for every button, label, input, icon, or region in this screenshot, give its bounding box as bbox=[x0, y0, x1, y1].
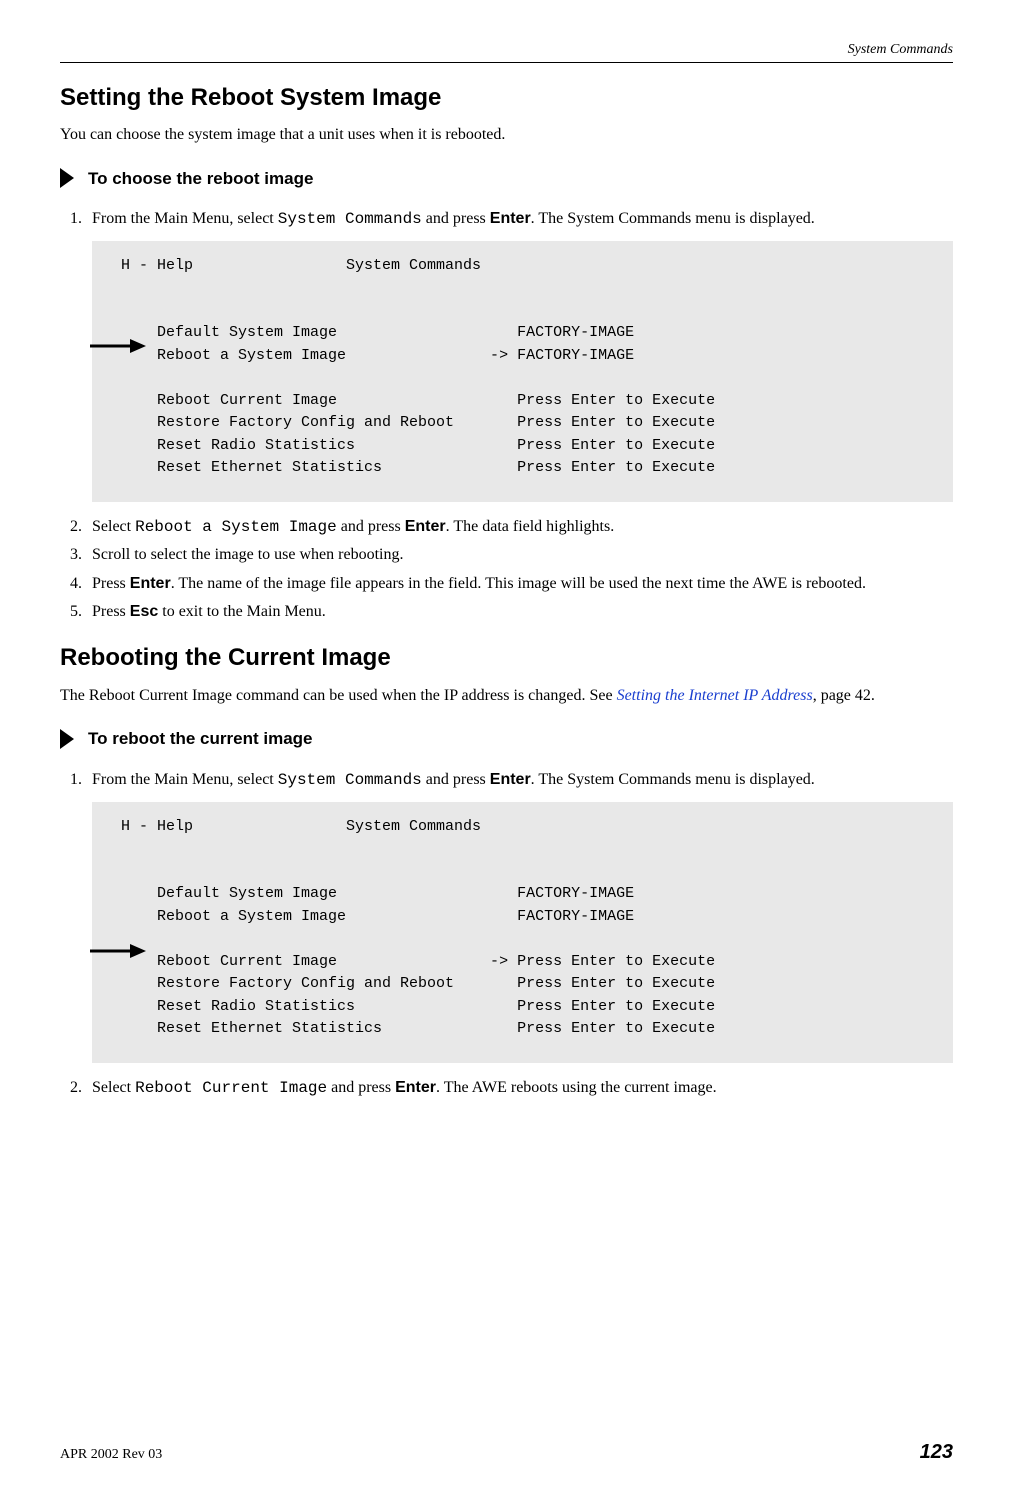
section2-code-block: H - Help System Commands Default System … bbox=[92, 802, 953, 1063]
arrow-right-icon bbox=[60, 168, 78, 188]
list-item: Scroll to select the image to use when r… bbox=[86, 544, 953, 566]
step-bold: Enter bbox=[395, 1079, 436, 1096]
step-text: From the Main Menu, select bbox=[92, 210, 278, 227]
pointer-arrow-icon bbox=[90, 944, 148, 958]
section1-procedure-heading: To choose the reboot image bbox=[60, 167, 953, 191]
list-item: From the Main Menu, select System Comman… bbox=[86, 208, 953, 501]
step-text: and press bbox=[422, 210, 490, 227]
step-text: to exit to the Main Menu. bbox=[158, 603, 326, 620]
list-item: Press Esc to exit to the Main Menu. bbox=[86, 601, 953, 623]
step-bold: Enter bbox=[490, 210, 531, 227]
step-text: Select bbox=[92, 1079, 135, 1096]
footer-page-number: 123 bbox=[920, 1438, 953, 1466]
pointer-arrow-icon bbox=[90, 339, 148, 353]
header-rule bbox=[60, 62, 953, 63]
section2-intro-text2: , page 42. bbox=[813, 687, 875, 704]
step-bold: Enter bbox=[490, 771, 531, 788]
step-text: . The AWE reboots using the current imag… bbox=[436, 1079, 717, 1096]
step-text: . The System Commands menu is displayed. bbox=[531, 771, 815, 788]
section1-steps: From the Main Menu, select System Comman… bbox=[60, 208, 953, 623]
section2-intro-link[interactable]: Setting the Internet IP Address bbox=[617, 687, 813, 704]
step-text: . The System Commands menu is displayed. bbox=[531, 210, 815, 227]
step-bold: Enter bbox=[130, 575, 171, 592]
step-code: Reboot a System Image bbox=[135, 518, 337, 536]
section1-procedure-heading-text: To choose the reboot image bbox=[88, 167, 313, 191]
section1-code-block-wrapper: H - Help System Commands Default System … bbox=[92, 241, 953, 502]
step-code: Reboot Current Image bbox=[135, 1079, 327, 1097]
step-code: System Commands bbox=[278, 771, 422, 789]
page-footer: APR 2002 Rev 03 123 bbox=[60, 1438, 953, 1466]
step-text: Press bbox=[92, 575, 130, 592]
step-text: and press bbox=[422, 771, 490, 788]
section2-title: Rebooting the Current Image bbox=[60, 641, 953, 675]
list-item: Select Reboot Current Image and press En… bbox=[86, 1077, 953, 1099]
header-section-label: System Commands bbox=[60, 40, 953, 60]
step-bold: Esc bbox=[130, 603, 158, 620]
list-item: From the Main Menu, select System Comman… bbox=[86, 769, 953, 1062]
step-bold: Enter bbox=[405, 518, 446, 535]
step-text: and press bbox=[337, 518, 405, 535]
arrow-right-icon bbox=[60, 729, 78, 749]
section1-code-block: H - Help System Commands Default System … bbox=[92, 241, 953, 502]
footer-revision: APR 2002 Rev 03 bbox=[60, 1445, 162, 1465]
step-text: From the Main Menu, select bbox=[92, 771, 278, 788]
section2-steps: From the Main Menu, select System Comman… bbox=[60, 769, 953, 1099]
step-text: . The data field highlights. bbox=[446, 518, 615, 535]
section2-procedure-heading: To reboot the current image bbox=[60, 727, 953, 751]
section1-intro: You can choose the system image that a u… bbox=[60, 124, 953, 146]
step-code: System Commands bbox=[278, 210, 422, 228]
step-text: Select bbox=[92, 518, 135, 535]
list-item: Press Enter. The name of the image file … bbox=[86, 573, 953, 595]
step-text: . The name of the image file appears in … bbox=[171, 575, 866, 592]
section2-intro-text: The Reboot Current Image command can be … bbox=[60, 687, 617, 704]
section1-title: Setting the Reboot System Image bbox=[60, 81, 953, 115]
step-text: Press bbox=[92, 603, 130, 620]
step-text: and press bbox=[327, 1079, 395, 1096]
list-item: Select Reboot a System Image and press E… bbox=[86, 516, 953, 538]
section2-intro: The Reboot Current Image command can be … bbox=[60, 685, 953, 707]
section2-procedure-heading-text: To reboot the current image bbox=[88, 727, 313, 751]
section2-code-block-wrapper: H - Help System Commands Default System … bbox=[92, 802, 953, 1063]
